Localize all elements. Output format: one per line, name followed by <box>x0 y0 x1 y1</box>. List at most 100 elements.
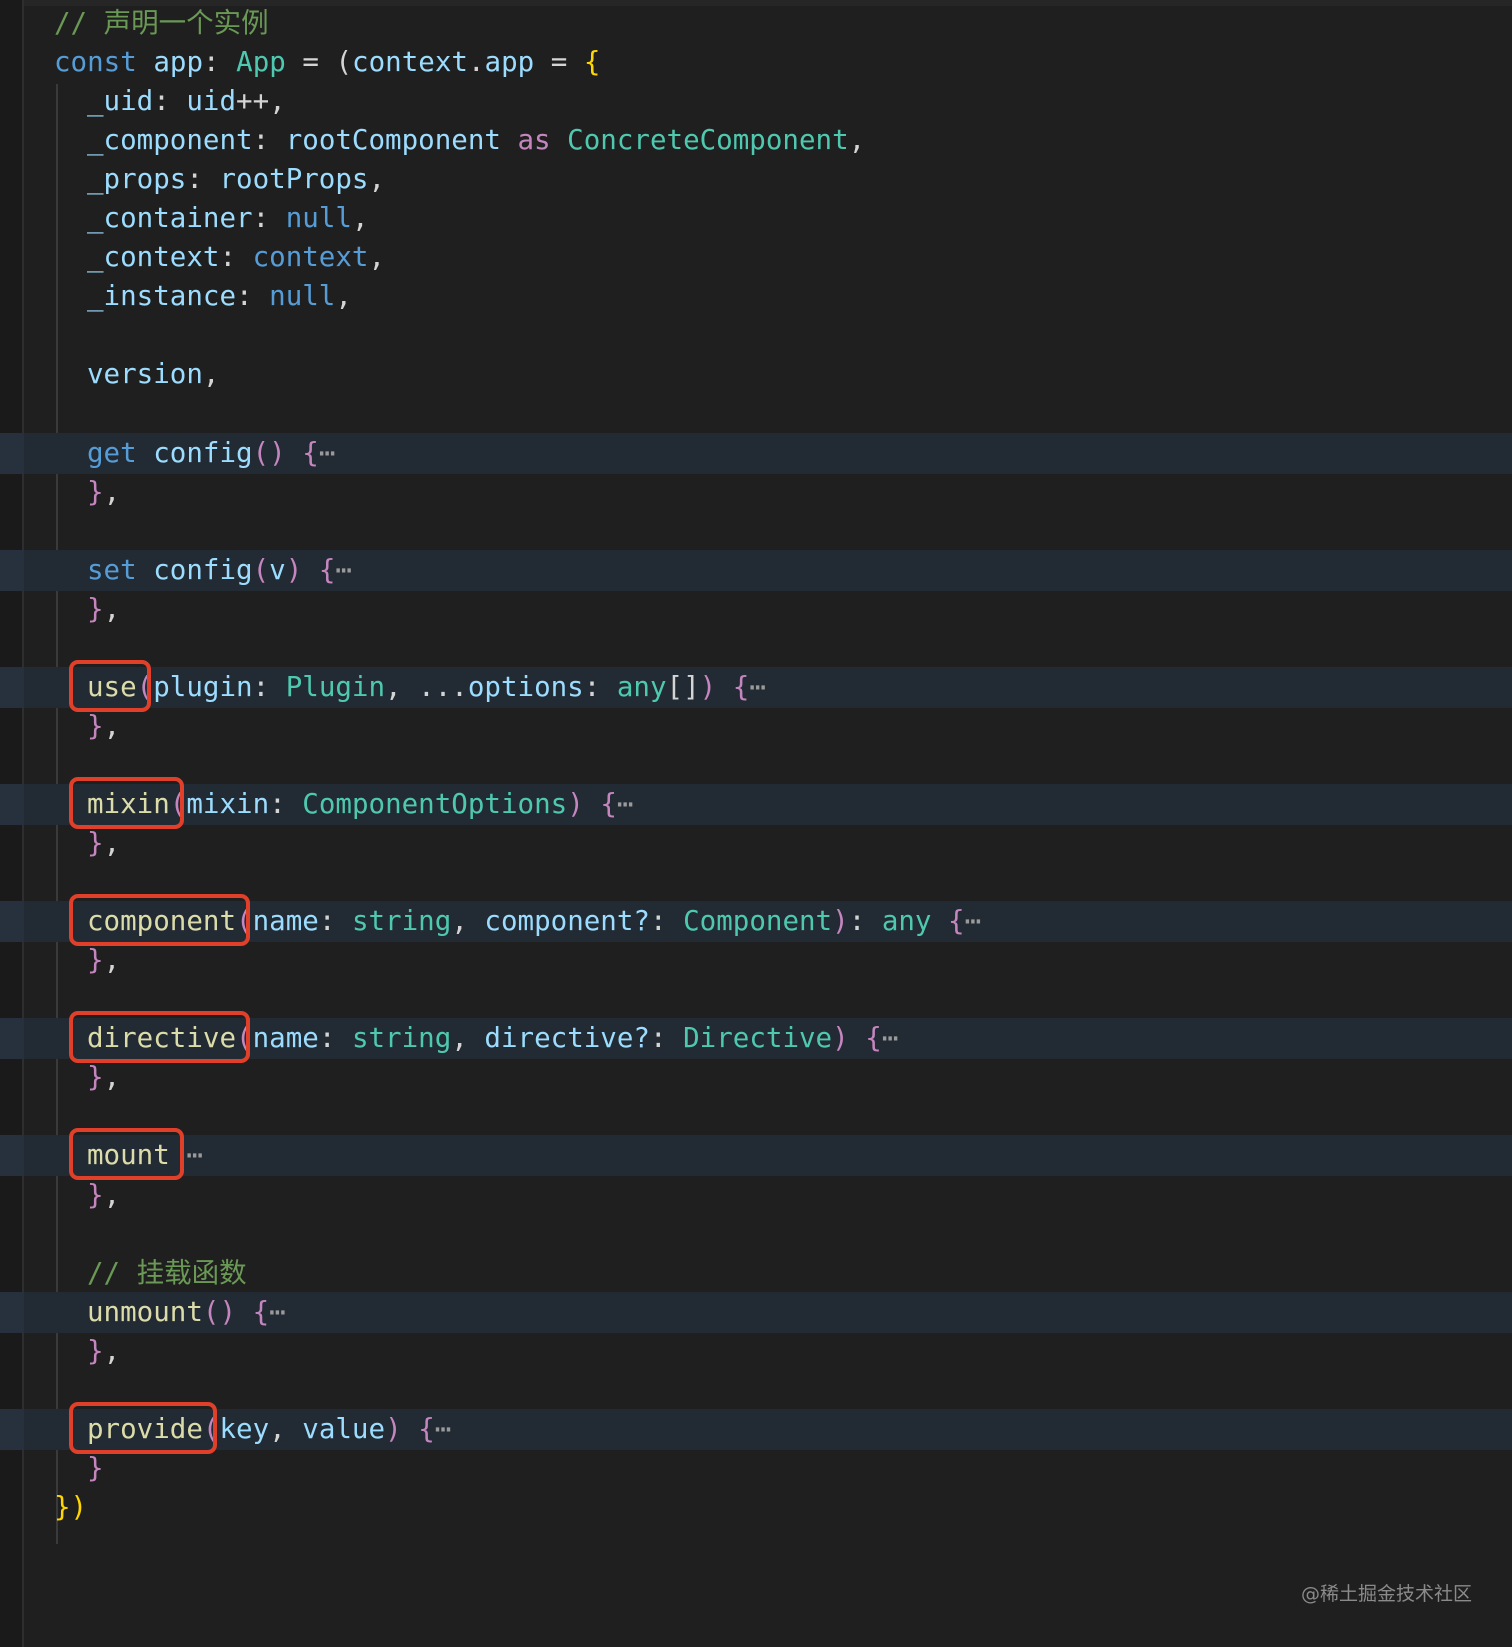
code-line[interactable] <box>0 511 1512 552</box>
code-line[interactable]: }, <box>0 472 1512 513</box>
code-token: [] <box>666 670 700 703</box>
code-line[interactable]: mixin(mixin: ComponentOptions) {⋯ <box>0 784 1512 825</box>
code-token: { <box>948 905 965 938</box>
code-token: mixin <box>186 788 270 820</box>
fold-ellipsis-icon[interactable]: ⋯ <box>335 554 352 586</box>
code-token: v <box>269 553 286 586</box>
code-line[interactable] <box>0 394 1512 435</box>
fold-ellipsis-icon[interactable]: ⋯ <box>186 1139 203 1171</box>
code-line-text: set config(v) {⋯ <box>87 550 352 591</box>
code-line-text: _instance: null, <box>87 276 352 317</box>
code-lines: // 声明一个实例 const app: App = (context.app =… <box>0 0 1512 1647</box>
code-token: , <box>451 905 485 938</box>
fold-ellipsis-icon[interactable]: ⋯ <box>269 1296 286 1328</box>
code-token: _context <box>87 241 220 274</box>
code-line[interactable]: _context: context, <box>0 237 1512 278</box>
code-line[interactable]: get config() {⋯ <box>0 432 1512 474</box>
code-line[interactable] <box>0 1214 1512 1255</box>
watermark: @稀土掘金技术社区 <box>1300 1583 1472 1605</box>
code-line[interactable] <box>0 1370 1512 1411</box>
annotation-box-mount <box>69 1128 184 1181</box>
code-token: any <box>881 905 932 938</box>
code-line[interactable]: }, <box>0 823 1512 864</box>
code-line[interactable]: _uid: uid++, <box>0 81 1512 122</box>
code-token: } <box>87 1451 104 1484</box>
code-line[interactable]: use(plugin: Plugin, ...options: any[]) {… <box>0 666 1512 708</box>
code-line[interactable]: provide(key, value) {⋯ <box>0 1408 1512 1450</box>
code-line[interactable]: _instance: null, <box>0 276 1512 317</box>
code-token: any <box>616 670 667 703</box>
code-token: // 声明一个实例 <box>54 7 269 39</box>
code-token: Directive <box>683 1022 833 1055</box>
code-token: : <box>252 202 286 235</box>
code-token: ... <box>418 670 468 703</box>
code-token: _component <box>87 124 253 157</box>
code-line[interactable]: }, <box>0 1057 1512 1098</box>
fold-ellipsis-icon[interactable]: ⋯ <box>435 1413 452 1445</box>
code-line-text: }, <box>87 472 120 513</box>
code-line[interactable]: }) <box>0 1487 1512 1528</box>
code-line[interactable]: _container: null, <box>0 198 1512 239</box>
code-token: options <box>467 670 584 703</box>
code-editor[interactable]: // 声明一个实例 const app: App = (context.app =… <box>0 0 1512 1647</box>
code-line[interactable] <box>0 1096 1512 1137</box>
code-token: ( <box>335 46 353 79</box>
code-token: uid <box>186 85 237 118</box>
code-token: name <box>252 905 319 938</box>
code-token: : <box>848 905 882 938</box>
code-line[interactable]: version, <box>0 354 1512 395</box>
fold-ellipsis-icon[interactable]: ⋯ <box>749 671 766 703</box>
code-token: , <box>103 1334 121 1367</box>
code-line[interactable]: }, <box>0 1331 1512 1372</box>
code-token: null <box>285 202 352 235</box>
code-line[interactable]: // 声明一个实例 <box>0 3 1512 44</box>
code-token: { <box>732 670 750 703</box>
fold-ellipsis-icon[interactable]: ⋯ <box>617 788 634 820</box>
code-token: { <box>318 553 336 586</box>
fold-ellipsis-icon[interactable]: ⋯ <box>965 905 982 937</box>
fold-ellipsis-icon[interactable]: ⋯ <box>882 1022 899 1054</box>
code-line-text: }, <box>87 1331 120 1372</box>
code-token: ) <box>699 670 717 703</box>
code-line[interactable]: } <box>0 1448 1512 1489</box>
code-line[interactable] <box>0 315 1512 356</box>
code-line[interactable]: unmount() {⋯ <box>0 1291 1512 1333</box>
code-line[interactable]: // 挂载函数 <box>0 1253 1512 1294</box>
code-token: : <box>236 280 270 313</box>
code-token: , <box>103 944 121 977</box>
code-token: : <box>153 85 187 118</box>
code-token: , <box>368 163 386 196</box>
code-token: version <box>87 358 203 391</box>
code-line-text: }, <box>87 823 120 864</box>
code-line[interactable]: set config(v) {⋯ <box>0 549 1512 591</box>
annotation-box-provide <box>69 1401 217 1454</box>
code-token: , <box>351 202 369 235</box>
code-token: config <box>153 436 253 469</box>
code-line[interactable]: _props: rootProps, <box>0 159 1512 200</box>
code-token: ) <box>285 553 303 586</box>
code-token: value <box>302 1412 386 1445</box>
code-line-text: use(plugin: Plugin, ...options: any[]) {… <box>87 667 766 708</box>
code-line[interactable]: mount ⋯ <box>0 1135 1512 1177</box>
code-token: _uid <box>87 85 154 118</box>
code-line[interactable]: }, <box>0 940 1512 981</box>
code-line[interactable] <box>0 745 1512 786</box>
code-line-text: version, <box>87 354 219 395</box>
code-line[interactable]: _component: rootComponent as ConcreteCom… <box>0 120 1512 161</box>
fold-ellipsis-icon[interactable]: ⋯ <box>319 437 336 469</box>
code-token: context <box>252 241 369 274</box>
code-token: : <box>583 670 617 703</box>
code-token: , <box>202 358 220 391</box>
annotation-box-component <box>69 894 250 947</box>
code-line[interactable]: }, <box>0 706 1512 747</box>
code-line[interactable]: }, <box>0 589 1512 630</box>
code-line[interactable]: }, <box>0 1175 1512 1216</box>
code-token: , <box>103 592 121 625</box>
code-line[interactable]: const app: App = (context.app = { <box>0 42 1512 83</box>
code-line-text: unmount() {⋯ <box>87 1292 286 1333</box>
code-line[interactable] <box>0 628 1512 669</box>
code-token: context <box>352 46 468 79</box>
code-token: config <box>153 553 253 586</box>
